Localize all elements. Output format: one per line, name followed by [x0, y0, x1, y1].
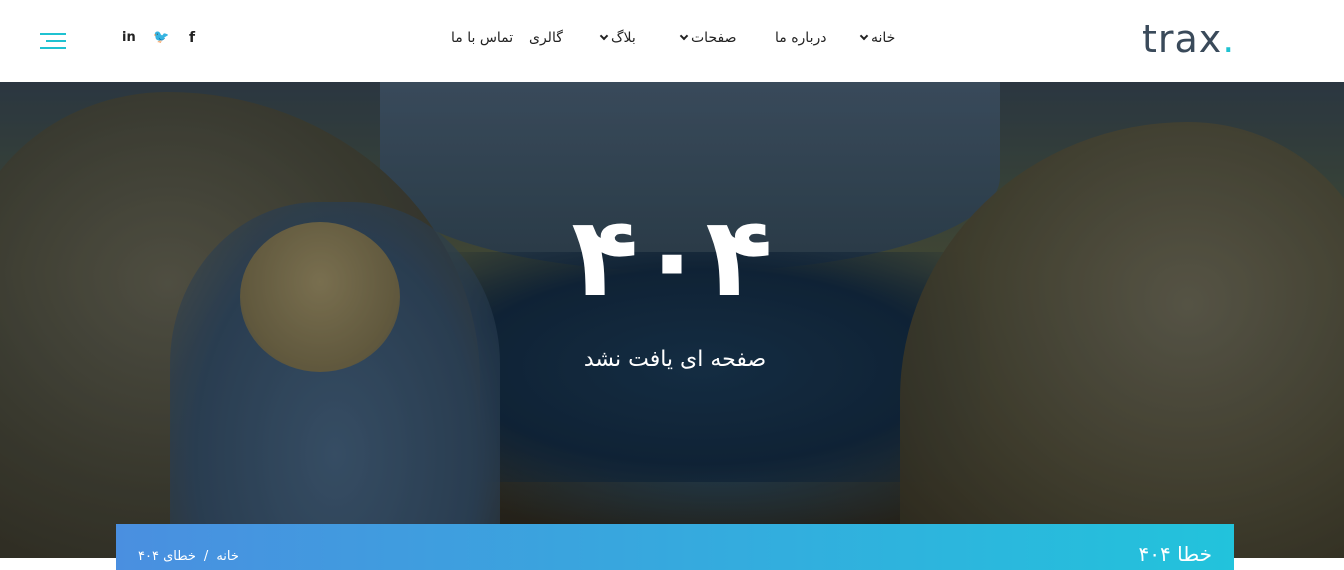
- nav-item-about-label: درباره ما: [775, 30, 827, 46]
- linkedin-icon[interactable]: in: [122, 30, 136, 45]
- nav-item-pages-label: صفحات: [691, 30, 737, 46]
- nav-item-home-label: خانه: [871, 30, 896, 46]
- site-header: trax. خانه درباره ما صفحات بلاگ گالری تم…: [0, 0, 1344, 82]
- menu-line: [46, 40, 66, 42]
- chevron-down-icon: [679, 31, 689, 41]
- menu-line: [40, 47, 66, 49]
- nav-item-blog-label: بلاگ: [611, 30, 636, 46]
- nav-item-gallery[interactable]: گالری: [529, 30, 563, 46]
- nav-item-contact[interactable]: تماس با ما: [451, 30, 513, 46]
- breadcrumb-home-link[interactable]: خانه: [216, 549, 239, 564]
- chevron-down-icon: [859, 31, 869, 41]
- error-code: ۴۰۴: [571, 193, 773, 321]
- hero-banner: ۴۰۴ صفحه ای یافت نشد: [0, 82, 1344, 558]
- nav-item-gallery-label: گالری: [529, 30, 563, 46]
- breadcrumb: خطای ۴۰۴ / خانه: [138, 549, 239, 564]
- error-message: صفحه ای یافت نشد: [583, 347, 767, 372]
- nav-item-blog[interactable]: بلاگ: [599, 30, 636, 46]
- nav-item-contact-label: تماس با ما: [451, 30, 514, 46]
- menu-line: [40, 33, 66, 35]
- breadcrumb-separator: /: [203, 549, 209, 564]
- breadcrumb-current: خطای ۴۰۴: [138, 549, 196, 564]
- nav-item-about[interactable]: درباره ما: [775, 30, 826, 46]
- trax-logo[interactable]: trax.: [1142, 14, 1235, 64]
- page-title: خطا ۴۰۴: [1138, 542, 1212, 566]
- logo-dot: .: [1222, 17, 1236, 61]
- facebook-icon[interactable]: f: [189, 30, 195, 46]
- menu-toggle-button[interactable]: [40, 33, 66, 49]
- breadcrumb-bar: خطا ۴۰۴ خطای ۴۰۴ / خانه: [116, 524, 1234, 570]
- twitter-icon[interactable]: 🐦: [153, 30, 169, 45]
- chevron-down-icon: [599, 31, 609, 41]
- nav-item-pages[interactable]: صفحات: [679, 30, 737, 46]
- nav-item-home[interactable]: خانه: [859, 30, 896, 46]
- logo-text: trax: [1142, 17, 1223, 61]
